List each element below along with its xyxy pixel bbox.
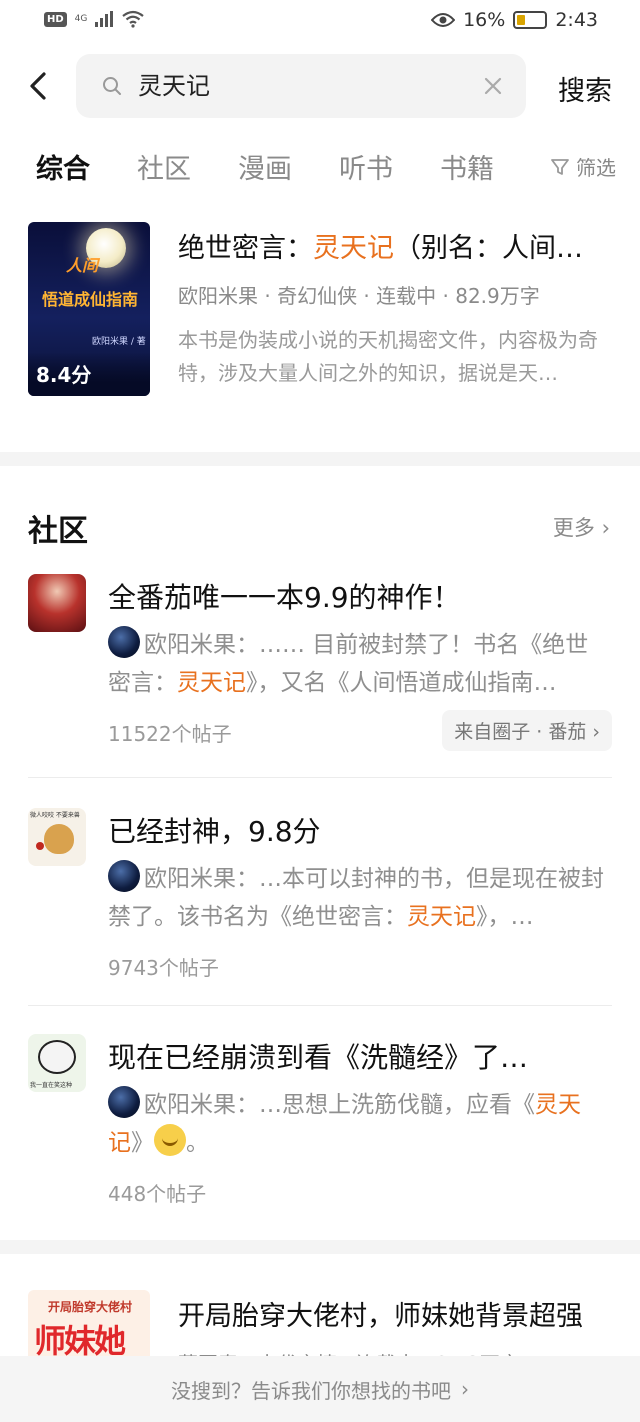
excerpt-text: 》，又名《人间悟道成仙指南… <box>246 670 557 696</box>
tab-all[interactable]: 综合 <box>36 147 90 186</box>
clear-icon[interactable] <box>482 75 504 97</box>
rose-icon <box>36 842 44 850</box>
hd-icon: HD <box>44 11 67 27</box>
signal-icon <box>95 11 114 27</box>
community-post[interactable]: 全番茄唯一一本9.9的神作！ 欧阳米果：…… 目前被封禁了！书名《绝世密言：灵天… <box>28 574 612 754</box>
cover-title-line2: 悟道成仙指南 <box>42 290 139 309</box>
post-author: 欧阳米果： <box>144 1092 259 1118</box>
book-meta: 欧阳米果 · 奇幻仙侠 · 连载中 · 82.9万字 <box>178 284 540 308</box>
tab-comics[interactable]: 漫画 <box>238 147 292 186</box>
book-title-suffix: （别名：人间… <box>394 233 583 264</box>
dog-face <box>44 824 74 854</box>
clock: 2:43 <box>555 9 598 31</box>
community-post[interactable]: 微人咬咬 不要来兽 已经封神，9.8分 欧阳米果：…本可以封神的书，但是现在被封… <box>28 808 612 988</box>
network-type: 4G <box>74 14 88 24</box>
more-label: 更多 <box>552 516 595 540</box>
avatar-caption: 微人咬咬 不要来兽 <box>30 812 80 819</box>
divider <box>28 1005 612 1006</box>
book-title[interactable]: 开局胎穿大佬村，师妹她背景超强 <box>178 1294 583 1333</box>
excerpt-highlight: 灵天记 <box>407 904 476 930</box>
source-chip[interactable]: 来自圈子 · 番茄 › <box>442 710 612 751</box>
post-author: 欧阳米果： <box>144 632 259 658</box>
battery-icon <box>513 11 548 29</box>
battery-percent: 16% <box>463 9 506 31</box>
search-input[interactable]: 灵天记 <box>138 70 478 102</box>
search-button[interactable]: 搜索 <box>558 69 612 108</box>
excerpt-highlight: 灵天记 <box>177 670 246 696</box>
chevron-right-icon: › <box>601 516 610 540</box>
post-avatar <box>28 574 86 632</box>
community-section-title: 社区 <box>28 514 88 549</box>
source-label: 来自圈子 · 番茄 <box>454 721 587 743</box>
more-link[interactable]: 更多 › <box>553 512 610 542</box>
post-title: 全番茄唯一一本9.9的神作！ <box>108 581 461 614</box>
cover-title-line1: 开局胎穿大佬村 <box>48 1300 133 1314</box>
excerpt-text: 。 <box>186 1130 209 1156</box>
post-author: 欧阳米果： <box>144 866 259 892</box>
search-row: 灵天记 搜索 <box>0 54 640 118</box>
tab-community[interactable]: 社区 <box>137 147 191 186</box>
search-box[interactable]: 灵天记 <box>76 54 526 118</box>
feedback-text: 没搜到？告诉我们你想找的书吧 <box>171 1378 451 1403</box>
filter-button[interactable]: 筛选 <box>550 152 616 181</box>
chevron-right-icon: › <box>461 1377 469 1401</box>
book-rating: 8.4分 <box>36 363 92 387</box>
author-avatar <box>108 1086 140 1118</box>
post-title: 已经封神，9.8分 <box>108 815 321 848</box>
book-title-prefix: 绝世密言： <box>178 233 313 264</box>
status-bar: HD 4G 16% 2:43 <box>0 0 640 44</box>
search-icon <box>103 77 121 95</box>
book-title[interactable]: 绝世密言：灵天记（别名：人间… <box>178 226 608 265</box>
book-title-highlight: 灵天记 <box>313 233 394 264</box>
cover-title-line1: 人间 <box>66 256 99 275</box>
panda-face <box>38 1040 76 1074</box>
category-tabs: 综合 社区 漫画 听书 书籍 筛选 <box>36 140 616 192</box>
author-avatar <box>108 860 140 892</box>
author-avatar <box>108 626 140 658</box>
cover-author: 欧阳米果 / 著 <box>92 337 146 347</box>
post-excerpt: 欧阳米果：…… 目前被封禁了！书名《绝世密言：灵天记》，又名《人间悟道成仙指南… <box>108 626 610 702</box>
eye-icon <box>431 13 456 27</box>
post-excerpt: 欧阳米果：…思想上洗筋伐髓，应看《灵天记》。 <box>108 1086 610 1162</box>
feedback-bar[interactable]: 没搜到？告诉我们你想找的书吧 › <box>0 1356 640 1422</box>
tab-books[interactable]: 书籍 <box>440 147 494 186</box>
wifi-icon <box>122 10 145 28</box>
post-count: 9743个帖子 <box>108 956 219 980</box>
section-divider <box>0 1240 640 1254</box>
back-icon[interactable] <box>22 68 58 104</box>
divider <box>28 777 612 778</box>
post-avatar: 我一直在笑这种 <box>28 1034 86 1092</box>
section-divider <box>0 452 640 466</box>
excerpt-text: …思想上洗筋伐髓，应看《 <box>259 1092 535 1118</box>
filter-label: 筛选 <box>576 156 616 180</box>
avatar-caption: 我一直在笑这种 <box>30 1082 73 1089</box>
chevron-right-icon: › <box>592 721 600 743</box>
post-avatar: 微人咬咬 不要来兽 <box>28 808 86 866</box>
book-cover[interactable]: 人间 悟道成仙指南 欧阳米果 / 著 8.4分 <box>28 222 150 396</box>
tab-audiobooks[interactable]: 听书 <box>339 147 393 186</box>
excerpt-text: 》 <box>131 1130 154 1156</box>
filter-icon <box>551 158 569 175</box>
community-post[interactable]: 我一直在笑这种 现在已经崩溃到看《洗髓经》了… 欧阳米果：…思想上洗筋伐髓，应看… <box>28 1034 612 1214</box>
post-count: 448个帖子 <box>108 1182 207 1206</box>
post-title: 现在已经崩溃到看《洗髓经》了… <box>108 1041 529 1074</box>
post-count: 11522个帖子 <box>108 722 232 746</box>
post-excerpt: 欧阳米果：…本可以封神的书，但是现在被封禁了。该书名为《绝世密言：灵天记》，… <box>108 860 610 936</box>
book-result[interactable]: 人间 悟道成仙指南 欧阳米果 / 著 8.4分 绝世密言：灵天记（别名：人间… … <box>28 222 612 396</box>
excerpt-text: 》，… <box>476 904 534 930</box>
book-description: 本书是伪装成小说的天机揭密文件，内容极为奇特，涉及大量人间之外的知识，据说是天… <box>178 328 598 385</box>
smile-emoji-icon <box>154 1124 186 1156</box>
